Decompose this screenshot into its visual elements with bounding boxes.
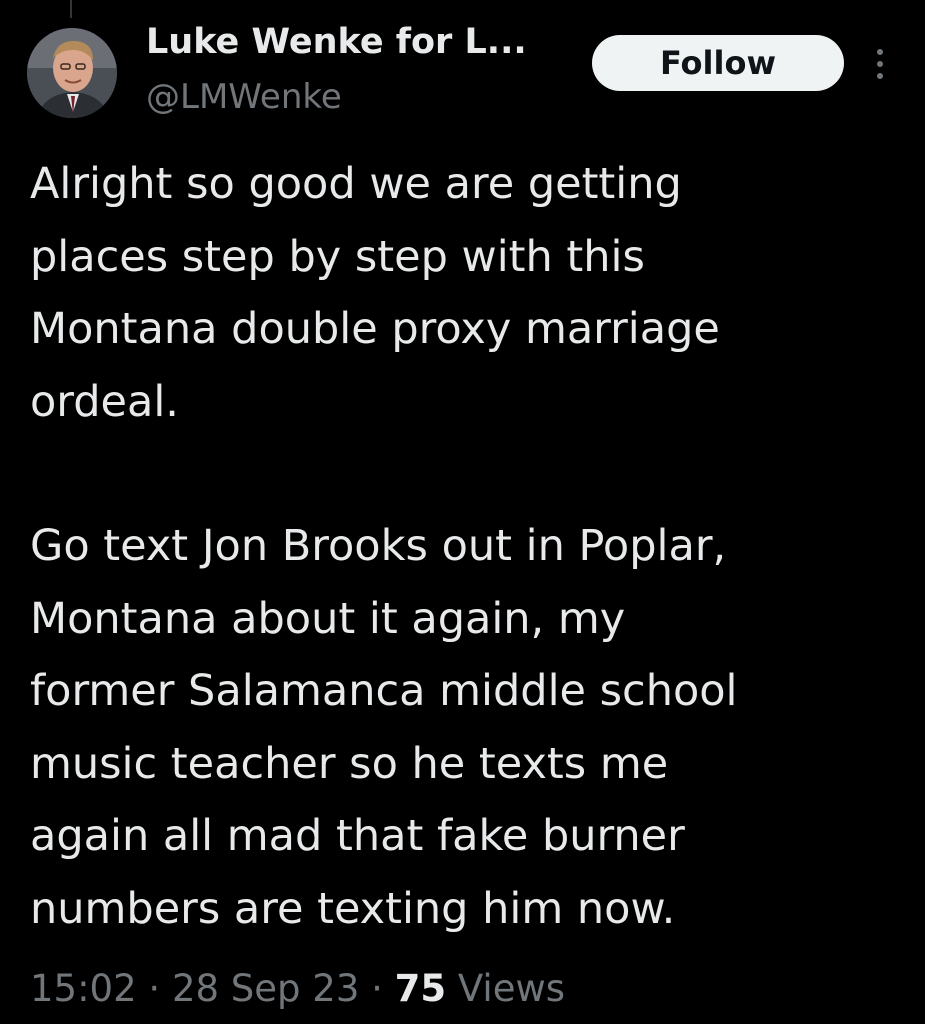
- author-handle[interactable]: @LMWenke: [146, 77, 342, 117]
- tweet-paragraph-2: Go text Jon Brooks out in Poplar, Montan…: [30, 510, 910, 945]
- tweet-line: Montana double proxy marriage: [30, 304, 720, 354]
- tweet-date[interactable]: 28 Sep 23: [172, 967, 359, 1010]
- more-options-icon[interactable]: [866, 42, 894, 86]
- tweet-time[interactable]: 15:02: [30, 967, 137, 1010]
- meta-separator: ·: [148, 967, 161, 1010]
- tweet-line: ordeal.: [30, 376, 179, 427]
- user-avatar-photo-icon: [27, 28, 117, 118]
- author-avatar[interactable]: [27, 28, 117, 118]
- tweet-line: Alright so good we are getting: [30, 159, 682, 209]
- tweet-line: Go text Jon Brooks out in Poplar,: [30, 521, 727, 571]
- tweet-paragraph-1: Alright so good we are getting places st…: [30, 148, 910, 438]
- views-count[interactable]: 75: [395, 967, 447, 1010]
- tweet-line: music teacher so he texts me: [30, 738, 669, 789]
- tweet-line: numbers are texting him now.: [30, 883, 676, 934]
- tweet-line: Montana about it again, my: [30, 593, 626, 644]
- thread-connector-line: [70, 0, 72, 18]
- tweet-line: places step by step with this: [30, 231, 645, 282]
- author-display-name[interactable]: Luke Wenke for L...: [146, 20, 527, 64]
- meta-separator: ·: [371, 967, 383, 1010]
- tweet-line: again all mad that fake burner: [30, 811, 685, 861]
- tweet-metadata: 15:02 · 28 Sep 23 · 75 Views: [30, 961, 565, 1017]
- tweet-text: Alright so good we are getting places st…: [30, 148, 910, 945]
- follow-button[interactable]: Follow: [592, 35, 844, 91]
- views-label[interactable]: Views: [458, 967, 565, 1010]
- tweet-line: former Salamanca middle school: [30, 666, 738, 716]
